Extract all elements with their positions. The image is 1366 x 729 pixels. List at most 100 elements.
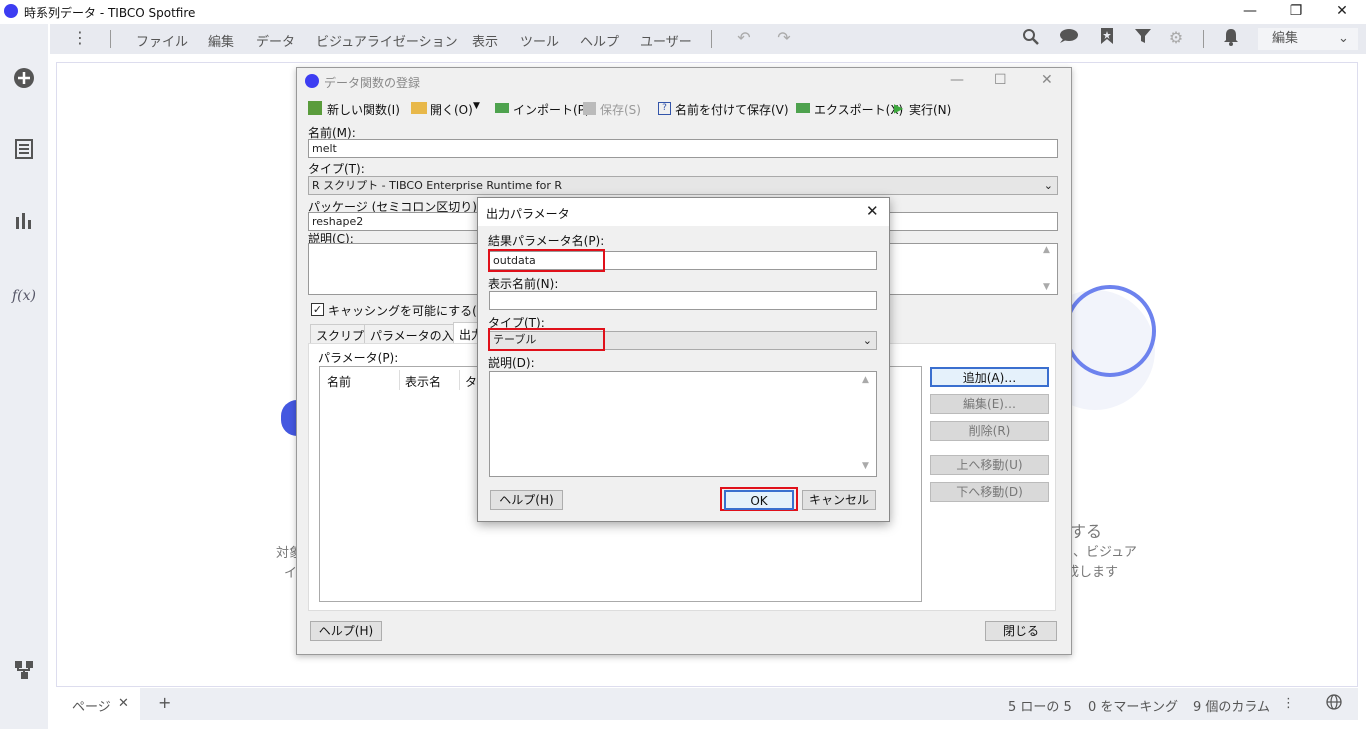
scroll-down-icon[interactable]: ▼ bbox=[862, 461, 869, 471]
menu-edit[interactable]: 編集 bbox=[208, 31, 234, 50]
run-button[interactable]: 実行(N) bbox=[909, 101, 951, 118]
edit-button[interactable]: 編集(E)… bbox=[930, 394, 1049, 414]
close-button[interactable]: ✕ bbox=[1319, 0, 1365, 24]
save-icon bbox=[583, 102, 596, 115]
ok-button[interactable]: OK bbox=[724, 490, 794, 510]
result-name-label: 結果パラメータ名(P): bbox=[488, 234, 605, 248]
canvas-text: する bbox=[1070, 522, 1103, 541]
column-header-type[interactable]: タ bbox=[465, 373, 477, 390]
collaboration-icon[interactable] bbox=[1057, 28, 1079, 48]
spotfire-logo-icon bbox=[4, 4, 18, 18]
description-field[interactable] bbox=[489, 371, 877, 477]
import-button[interactable]: インポート(P) bbox=[513, 101, 590, 118]
new-function-button[interactable]: 新しい関数(I) bbox=[327, 101, 400, 118]
save-button[interactable]: 保存(S) bbox=[600, 101, 641, 118]
undo-icon[interactable]: ↶ bbox=[733, 28, 755, 48]
bar-chart-icon[interactable] bbox=[12, 211, 36, 235]
page-tab-label: ページ bbox=[72, 700, 111, 715]
type-label: タイプ(T): bbox=[308, 162, 365, 176]
hierarchy-icon[interactable] bbox=[12, 660, 36, 684]
new-function-icon bbox=[308, 101, 322, 115]
add-icon[interactable] bbox=[12, 67, 36, 91]
folder-icon bbox=[411, 102, 427, 114]
open-button[interactable]: 開く(O) bbox=[430, 101, 473, 118]
close-tab-icon[interactable]: ✕ bbox=[118, 696, 129, 711]
data-table-icon[interactable] bbox=[12, 139, 36, 163]
maximize-button[interactable]: ❐ bbox=[1273, 0, 1319, 24]
parameters-label: パラメータ(P): bbox=[318, 351, 399, 365]
redo-icon[interactable]: ↷ bbox=[773, 28, 795, 48]
divider bbox=[1203, 30, 1204, 48]
menu-tools[interactable]: ツール bbox=[520, 31, 559, 50]
globe-icon[interactable] bbox=[1326, 694, 1342, 714]
close-button[interactable]: ✕ bbox=[1041, 72, 1053, 88]
menu-user[interactable]: ユーザー bbox=[640, 31, 692, 50]
menu-file[interactable]: ファイル bbox=[136, 31, 188, 50]
caching-checkbox[interactable]: ✓ bbox=[311, 303, 324, 316]
search-icon[interactable] bbox=[1020, 28, 1042, 48]
cancel-button[interactable]: キャンセル bbox=[802, 490, 876, 510]
save-as-icon: ? bbox=[658, 102, 671, 115]
move-up-button[interactable]: 上へ移動(U) bbox=[930, 455, 1049, 475]
more-vertical-icon[interactable]: ⋮ bbox=[1282, 696, 1295, 711]
window-title-bar bbox=[0, 0, 1366, 24]
window-title: 時系列データ - TIBCO Spotfire bbox=[24, 6, 196, 20]
gear-icon[interactable]: ⚙ bbox=[1165, 28, 1187, 48]
column-header-display-name[interactable]: 表示名 bbox=[405, 373, 441, 390]
menu-help[interactable]: ヘルプ bbox=[580, 31, 619, 50]
chevron-down-icon: ⌄ bbox=[1043, 179, 1053, 192]
import-icon bbox=[495, 103, 509, 113]
left-rail bbox=[0, 24, 48, 729]
bell-icon[interactable] bbox=[1220, 28, 1242, 48]
chevron-down-icon: ⌄ bbox=[862, 334, 872, 347]
export-button[interactable]: エクスポート(X) bbox=[814, 101, 903, 118]
help-button[interactable]: ヘルプ(H) bbox=[490, 490, 563, 510]
menu-visualization[interactable]: ビジュアライゼーション bbox=[316, 31, 458, 50]
scroll-up-icon[interactable]: ▲ bbox=[1043, 245, 1050, 255]
divider bbox=[711, 30, 712, 48]
mode-select[interactable]: 編集 ⌄ bbox=[1258, 28, 1358, 50]
dropdown-arrow-icon[interactable]: ▼ bbox=[473, 101, 480, 111]
column-divider bbox=[459, 370, 460, 390]
description-label: 説明(D): bbox=[488, 356, 535, 370]
add-page-icon[interactable]: + bbox=[158, 693, 171, 712]
scroll-down-icon[interactable]: ▼ bbox=[1043, 282, 1050, 292]
delete-button[interactable]: 削除(R) bbox=[930, 421, 1049, 441]
more-vertical-icon[interactable]: ⋮ bbox=[69, 28, 91, 48]
help-button[interactable]: ヘルプ(H) bbox=[310, 621, 382, 641]
function-icon[interactable]: f(x) bbox=[12, 284, 36, 308]
type-select[interactable]: R スクリプト - TIBCO Enterprise Runtime for R… bbox=[308, 176, 1058, 195]
spotfire-logo-icon bbox=[305, 74, 319, 88]
column-header-name[interactable]: 名前 bbox=[327, 373, 351, 390]
chevron-down-icon: ⌄ bbox=[1338, 31, 1349, 46]
close-button[interactable]: ✕ bbox=[866, 202, 879, 220]
display-name-label: 表示名前(N): bbox=[488, 277, 559, 291]
caching-label: キャッシングを可能にする(W) bbox=[328, 304, 494, 318]
menu-view[interactable]: 表示 bbox=[472, 31, 498, 50]
column-divider bbox=[399, 370, 400, 390]
dialog-title: データ関数の登録 bbox=[324, 76, 421, 90]
type-select-value: R スクリプト - TIBCO Enterprise Runtime for R bbox=[312, 179, 563, 192]
menu-data[interactable]: データ bbox=[256, 31, 295, 50]
mode-select-value: 編集 bbox=[1272, 31, 1299, 46]
bookmark-icon[interactable] bbox=[1096, 28, 1118, 48]
add-button[interactable]: 追加(A)… bbox=[930, 367, 1049, 387]
export-icon bbox=[796, 103, 810, 113]
row-count: 5 ローの 5 bbox=[1008, 700, 1072, 715]
canvas-text: 成します bbox=[1066, 565, 1119, 580]
run-icon: ▶ bbox=[894, 101, 904, 115]
minimize-button[interactable]: — bbox=[1227, 0, 1273, 24]
display-name-field[interactable] bbox=[489, 291, 877, 310]
save-as-button[interactable]: 名前を付けて保存(V) bbox=[675, 101, 789, 118]
close-dialog-button[interactable]: 閉じる bbox=[985, 621, 1057, 641]
type-select-value: テーブル bbox=[488, 328, 605, 351]
divider bbox=[110, 30, 111, 48]
result-name-value: outdata bbox=[488, 249, 605, 272]
move-down-button[interactable]: 下へ移動(D) bbox=[930, 482, 1049, 502]
scroll-up-icon[interactable]: ▲ bbox=[862, 375, 869, 385]
maximize-button[interactable]: ☐ bbox=[994, 72, 1007, 88]
filter-icon[interactable] bbox=[1132, 28, 1154, 48]
marking-count: 0 をマーキング bbox=[1088, 700, 1179, 715]
minimize-button[interactable]: — bbox=[950, 72, 964, 88]
name-field[interactable]: melt bbox=[308, 139, 1058, 158]
